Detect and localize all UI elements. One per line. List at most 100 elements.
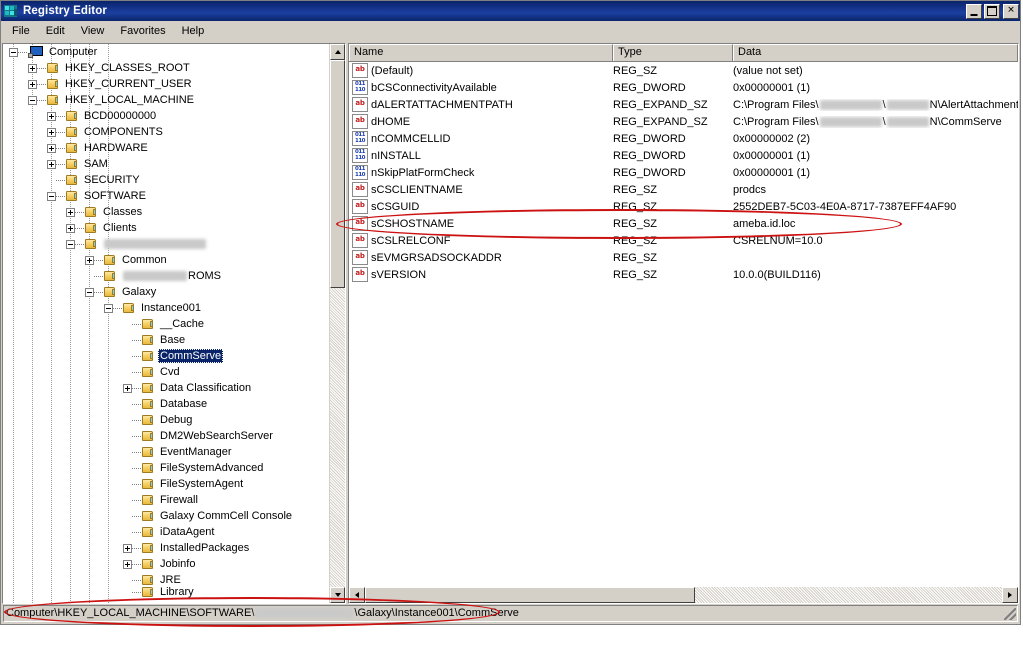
tree-scroll-track[interactable]	[330, 60, 345, 587]
tree-collapse-icon[interactable]	[66, 240, 75, 249]
tree-node[interactable]: Jobinfo	[3, 556, 329, 572]
value-row[interactable]: absCSHOSTNAMEREG_SZameba.id.loc	[349, 215, 1018, 232]
values-scroll-track[interactable]	[365, 587, 1002, 603]
tree-node[interactable]: Debug	[3, 412, 329, 428]
tree-expand-icon[interactable]	[66, 224, 75, 233]
value-type: REG_DWORD	[613, 82, 733, 94]
column-header-data[interactable]: Data	[733, 44, 1018, 61]
folder-icon	[142, 478, 156, 490]
tree-node-label: COMPONENTS	[82, 125, 165, 139]
value-row[interactable]: ab(Default)REG_SZ(value not set)	[349, 62, 1018, 79]
tree-node[interactable]: Library	[3, 588, 329, 596]
tree-node[interactable]: ROMS	[3, 268, 329, 284]
value-data-suffix: N\AlertAttachments	[930, 99, 1018, 111]
tree-node[interactable]: HKEY_CLASSES_ROOT	[3, 60, 329, 76]
tree-node[interactable]: Common	[3, 252, 329, 268]
value-row[interactable]: absCSGUIDREG_SZ2552DEB7-5C03-4E0A-8717-7…	[349, 198, 1018, 215]
values-list[interactable]: ab(Default)REG_SZ(value not set)011110bC…	[349, 62, 1018, 587]
tree-node[interactable]: Galaxy	[3, 284, 329, 300]
tree-collapse-icon[interactable]	[28, 96, 37, 105]
value-row[interactable]: absCSLRELCONFREG_SZCSRELNUM=10.0	[349, 232, 1018, 249]
value-row[interactable]: 011110nCOMMCELLIDREG_DWORD0x00000002 (2)	[349, 130, 1018, 147]
tree-node[interactable]: __Cache	[3, 316, 329, 332]
tree-expand-icon[interactable]	[47, 112, 56, 121]
string-value-icon: ab	[352, 250, 368, 265]
menu-view[interactable]: View	[73, 23, 113, 39]
value-row[interactable]: absVERSIONREG_SZ10.0.0(BUILD116)	[349, 266, 1018, 283]
tree-expand-icon[interactable]	[47, 160, 56, 169]
value-row[interactable]: 011110bCSConnectivityAvailableREG_DWORD0…	[349, 79, 1018, 96]
minimize-button[interactable]	[966, 4, 982, 19]
tree-collapse-icon[interactable]	[47, 192, 56, 201]
tree-collapse-icon[interactable]	[104, 304, 113, 313]
value-row[interactable]: abdHOMEREG_EXPAND_SZC:\Program Files\\N\…	[349, 113, 1018, 130]
resize-grip[interactable]	[1004, 608, 1016, 620]
value-row[interactable]: 011110nSkipPlatFormCheckREG_DWORD0x00000…	[349, 164, 1018, 181]
tree-node[interactable]: EventManager	[3, 444, 329, 460]
value-row[interactable]: absCSCLIENTNAMEREG_SZprodcs	[349, 181, 1018, 198]
tree-node[interactable]: FileSystemAgent	[3, 476, 329, 492]
tree-scroll-down-button[interactable]	[330, 587, 345, 603]
column-header-name[interactable]: Name	[349, 44, 613, 61]
values-scroll-right-button[interactable]	[1002, 587, 1018, 603]
values-horizontal-scrollbar[interactable]	[349, 587, 1018, 603]
tree-node[interactable]: Database	[3, 396, 329, 412]
tree-scroll-thumb[interactable]	[330, 60, 345, 288]
value-name: sCSCLIENTNAME	[371, 184, 613, 196]
tree-node[interactable]: Firewall	[3, 492, 329, 508]
tree-node[interactable]: HARDWARE	[3, 140, 329, 156]
value-row[interactable]: 011110nINSTALLREG_DWORD0x00000001 (1)	[349, 147, 1018, 164]
tree-collapse-icon[interactable]	[9, 48, 18, 57]
tree-node[interactable]: iDataAgent	[3, 524, 329, 540]
menu-favorites[interactable]: Favorites	[112, 23, 173, 39]
tree-node[interactable]: FileSystemAdvanced	[3, 460, 329, 476]
tree-node[interactable]: SAM	[3, 156, 329, 172]
tree-node[interactable]: SOFTWARE	[3, 188, 329, 204]
menu-file[interactable]: File	[4, 23, 38, 39]
tree-node[interactable]: DM2WebSearchServer	[3, 428, 329, 444]
values-scroll-thumb[interactable]	[365, 587, 695, 603]
value-row[interactable]: absEVMGRSADSOCKADDRREG_SZ	[349, 249, 1018, 266]
tree-expand-icon[interactable]	[47, 144, 56, 153]
tree-node[interactable]: Data Classification	[3, 380, 329, 396]
tree-expand-icon[interactable]	[28, 64, 37, 73]
tree-node[interactable]: Classes	[3, 204, 329, 220]
value-row[interactable]: abdALERTATTACHMENTPATHREG_EXPAND_SZC:\Pr…	[349, 96, 1018, 113]
tree-node[interactable]: InstalledPackages	[3, 540, 329, 556]
folder-icon	[142, 318, 156, 330]
tree-node[interactable]: Clients	[3, 220, 329, 236]
tree-node[interactable]: Instance001	[3, 300, 329, 316]
column-header-type[interactable]: Type	[613, 44, 733, 61]
tree-expand-icon[interactable]	[47, 128, 56, 137]
tree-node[interactable]: HKEY_CURRENT_USER	[3, 76, 329, 92]
tree-node[interactable]: CommServe	[3, 348, 329, 364]
maximize-button[interactable]	[984, 4, 1000, 19]
tree-expand-icon[interactable]	[28, 80, 37, 89]
menu-edit[interactable]: Edit	[38, 23, 73, 39]
tree-collapse-icon[interactable]	[85, 288, 94, 297]
tree-scroll-up-button[interactable]	[330, 44, 345, 60]
close-button[interactable]	[1003, 4, 1019, 19]
tree-node[interactable]: SECURITY	[3, 172, 329, 188]
tree-node[interactable]: COMPONENTS	[3, 124, 329, 140]
tree-node[interactable]	[3, 236, 329, 252]
tree-node[interactable]: Base	[3, 332, 329, 348]
tree-vertical-scrollbar[interactable]	[329, 44, 345, 603]
value-name: sVERSION	[371, 269, 613, 281]
tree-node[interactable]: Computer	[3, 44, 329, 60]
registry-tree[interactable]: ComputerHKEY_CLASSES_ROOTHKEY_CURRENT_US…	[3, 44, 329, 603]
tree-node[interactable]: HKEY_LOCAL_MACHINE	[3, 92, 329, 108]
values-scroll-left-button[interactable]	[349, 587, 365, 603]
value-data: 0x00000001 (1)	[733, 167, 1018, 179]
value-type: REG_DWORD	[613, 133, 733, 145]
tree-expand-icon[interactable]	[85, 256, 94, 265]
tree-node[interactable]: Galaxy CommCell Console	[3, 508, 329, 524]
tree-expand-icon[interactable]	[66, 208, 75, 217]
folder-icon	[142, 350, 156, 362]
tree-node[interactable]: Cvd	[3, 364, 329, 380]
tree-expand-icon[interactable]	[123, 560, 132, 569]
tree-expand-icon[interactable]	[123, 544, 132, 553]
menu-help[interactable]: Help	[174, 23, 213, 39]
tree-node[interactable]: BCD00000000	[3, 108, 329, 124]
tree-expand-icon[interactable]	[123, 384, 132, 393]
